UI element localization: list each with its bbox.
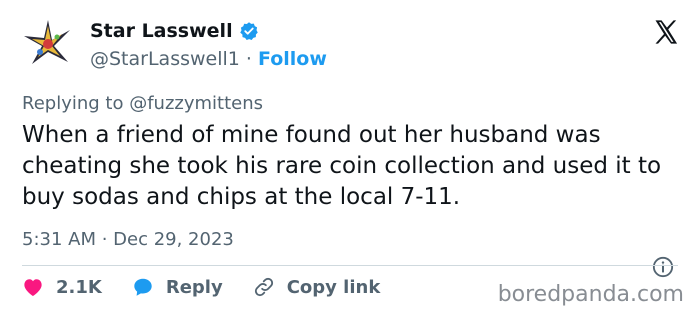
author-name[interactable]: Star Lasswell [90, 20, 233, 42]
tweet-timestamp[interactable]: 5:31 AM · Dec 29, 2023 [22, 229, 234, 250]
author-handle-row: @StarLasswell1 · Follow [90, 48, 327, 70]
link-icon [254, 277, 273, 297]
heart-icon [24, 279, 42, 297]
divider [22, 265, 678, 266]
author-name-row: Star Lasswell [90, 20, 259, 42]
x-logo-icon[interactable] [652, 18, 680, 46]
action-bar: 2.1K Reply Copy link [22, 276, 410, 298]
replying-to-text[interactable]: Replying to @fuzzymittens [22, 93, 263, 114]
handle-separator: · [245, 48, 252, 70]
verified-badge-icon [239, 22, 258, 40]
like-button[interactable]: 2.1K [22, 277, 102, 298]
reply-label: Reply [165, 276, 223, 298]
follow-button[interactable]: Follow [258, 48, 327, 70]
info-icon[interactable] [652, 256, 674, 278]
copy-link-label: Copy link [286, 276, 381, 298]
reply-bubble-icon [134, 278, 152, 296]
avatar[interactable] [20, 16, 76, 72]
avatar-image [24, 20, 70, 64]
watermark: boredpanda.com [497, 282, 684, 307]
copy-link-button[interactable]: Copy link [253, 276, 381, 298]
tweet-text: When a friend of mine found out her husb… [22, 122, 662, 210]
reply-button[interactable]: Reply [132, 276, 223, 298]
author-handle[interactable]: @StarLasswell1 [90, 48, 240, 70]
like-count: 2.1K [56, 276, 102, 298]
